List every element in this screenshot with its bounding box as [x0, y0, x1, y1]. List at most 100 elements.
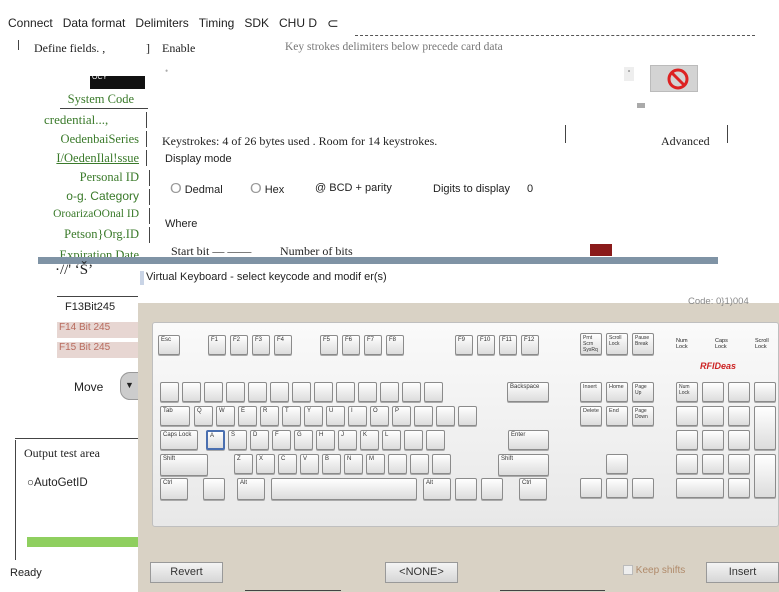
key-arrow-right[interactable]	[632, 478, 654, 498]
key-page-down[interactable]: Page Down	[632, 406, 654, 426]
revert-button[interactable]: Revert	[150, 562, 223, 583]
radio-decimal[interactable]: O Dedmal	[170, 180, 223, 197]
key-u[interactable]: U	[326, 406, 345, 426]
list-item-issue[interactable]: I/OedenIlal!ssue	[0, 151, 145, 166]
key-slash[interactable]	[432, 454, 451, 474]
key-f[interactable]: F	[272, 430, 291, 450]
advanced-label[interactable]: Advanced	[661, 134, 710, 149]
key-numpad-8[interactable]	[702, 406, 724, 426]
key-q[interactable]: Q	[194, 406, 213, 426]
key-number-row-1[interactable]	[182, 382, 201, 402]
menu-data-format[interactable]: Data format	[63, 16, 126, 30]
key-l[interactable]: L	[382, 430, 401, 450]
bit-row-13[interactable]: F13Bit245	[65, 301, 115, 313]
key-f12[interactable]: F12	[521, 335, 539, 355]
key-bracket-left[interactable]	[414, 406, 433, 426]
key-esc[interactable]: Esc	[158, 335, 180, 355]
key-f5[interactable]: F5	[320, 335, 338, 355]
key-tab[interactable]: Tab	[160, 406, 190, 426]
key-number-row-4[interactable]	[248, 382, 267, 402]
key-b[interactable]: B	[322, 454, 341, 474]
key-alt-right[interactable]: Alt	[423, 478, 451, 500]
key-end[interactable]: End	[606, 406, 628, 426]
bit-row-15[interactable]: F15 Bit 245	[57, 342, 138, 358]
key-f3[interactable]: F3	[252, 335, 270, 355]
key-arrow-down[interactable]	[606, 478, 628, 498]
list-item-system-code[interactable]: System Code	[0, 92, 140, 107]
bit-row-14[interactable]: F14 Bit 245	[57, 322, 138, 338]
key-number-row-8[interactable]	[336, 382, 355, 402]
list-item-series[interactable]: OedenbaiSeries	[0, 132, 145, 147]
key-space[interactable]	[271, 478, 417, 500]
key-f4[interactable]: F4	[274, 335, 292, 355]
key-v[interactable]: V	[300, 454, 319, 474]
key-insert[interactable]: Insert	[580, 382, 602, 402]
key-a[interactable]: A	[206, 430, 225, 450]
key-number-row-0[interactable]	[160, 382, 179, 402]
key-number-row-11[interactable]	[402, 382, 421, 402]
list-item-personal-id[interactable]: Personal ID	[0, 170, 145, 185]
key-ctrl-left[interactable]: Ctrl	[160, 478, 188, 500]
insert-button[interactable]: Insert	[706, 562, 779, 583]
key-o[interactable]: O	[370, 406, 389, 426]
no-entry-icon[interactable]	[650, 65, 698, 92]
key-num-lock[interactable]: Num Lock	[676, 382, 698, 402]
key-numpad-multiply[interactable]	[728, 382, 750, 402]
key-f9[interactable]: F9	[455, 335, 473, 355]
key-numpad-1[interactable]	[676, 454, 698, 474]
key-pause[interactable]: Pause Break	[632, 333, 654, 355]
key-z[interactable]: Z	[234, 454, 253, 474]
key-number-row-10[interactable]	[380, 382, 399, 402]
key-f8[interactable]: F8	[386, 335, 404, 355]
key-f6[interactable]: F6	[342, 335, 360, 355]
key-numpad-9[interactable]	[728, 406, 750, 426]
key-numpad-5[interactable]	[702, 430, 724, 450]
key-print-screen[interactable]: Prnt Scrn SysRq	[580, 333, 602, 355]
list-item-credential[interactable]: credential...,	[44, 112, 108, 128]
key-numpad-6[interactable]	[728, 430, 750, 450]
key-number-row-6[interactable]	[292, 382, 311, 402]
key-f11[interactable]: F11	[499, 335, 517, 355]
key-shift-right[interactable]: Shift	[498, 454, 549, 476]
key-shift-left[interactable]: Shift	[160, 454, 208, 476]
key-numpad-0[interactable]	[676, 478, 724, 498]
key-number-row-9[interactable]	[358, 382, 377, 402]
key-semicolon[interactable]	[404, 430, 423, 450]
key-home[interactable]: Home	[606, 382, 628, 402]
none-button[interactable]: <NONE>	[385, 562, 458, 583]
key-numpad-decimal[interactable]	[728, 478, 750, 498]
key-number-row-2[interactable]	[204, 382, 223, 402]
key-ctrl-right[interactable]: Ctrl	[519, 478, 547, 500]
key-numpad-minus[interactable]	[754, 382, 776, 402]
key-f2[interactable]: F2	[230, 335, 248, 355]
key-h[interactable]: H	[316, 430, 335, 450]
key-f10[interactable]: F10	[477, 335, 495, 355]
key-e[interactable]: E	[238, 406, 257, 426]
key-g[interactable]: G	[294, 430, 313, 450]
key-r[interactable]: R	[260, 406, 279, 426]
key-numpad-2[interactable]	[702, 454, 724, 474]
key-number-row-7[interactable]	[314, 382, 333, 402]
key-number-row-5[interactable]	[270, 382, 289, 402]
key-m[interactable]: M	[366, 454, 385, 474]
key-backslash[interactable]	[458, 406, 477, 426]
key-f7[interactable]: F7	[364, 335, 382, 355]
key-win-left[interactable]	[203, 478, 225, 500]
menu-connect[interactable]: Connect	[8, 16, 53, 30]
key-number-row-3[interactable]	[226, 382, 245, 402]
radio-hex[interactable]: O Hex	[250, 180, 284, 197]
key-comma[interactable]	[388, 454, 407, 474]
key-k[interactable]: K	[360, 430, 379, 450]
keep-shifts-checkbox[interactable]: Keep shifts	[623, 565, 685, 576]
key-number-row-12[interactable]	[424, 382, 443, 402]
key-n[interactable]: N	[344, 454, 363, 474]
list-item-org-id[interactable]: OroarizaOOnal ID	[0, 208, 145, 220]
key-alt-left[interactable]: Alt	[237, 478, 265, 500]
autoget-radio[interactable]: ○AutoGetID	[27, 477, 88, 489]
key-s[interactable]: S	[228, 430, 247, 450]
key-j[interactable]: J	[338, 430, 357, 450]
key-numpad-plus[interactable]	[754, 406, 776, 450]
key-scroll-lock[interactable]: Scroll Lock	[606, 333, 628, 355]
key-f1[interactable]: F1	[208, 335, 226, 355]
key-i[interactable]: I	[348, 406, 367, 426]
